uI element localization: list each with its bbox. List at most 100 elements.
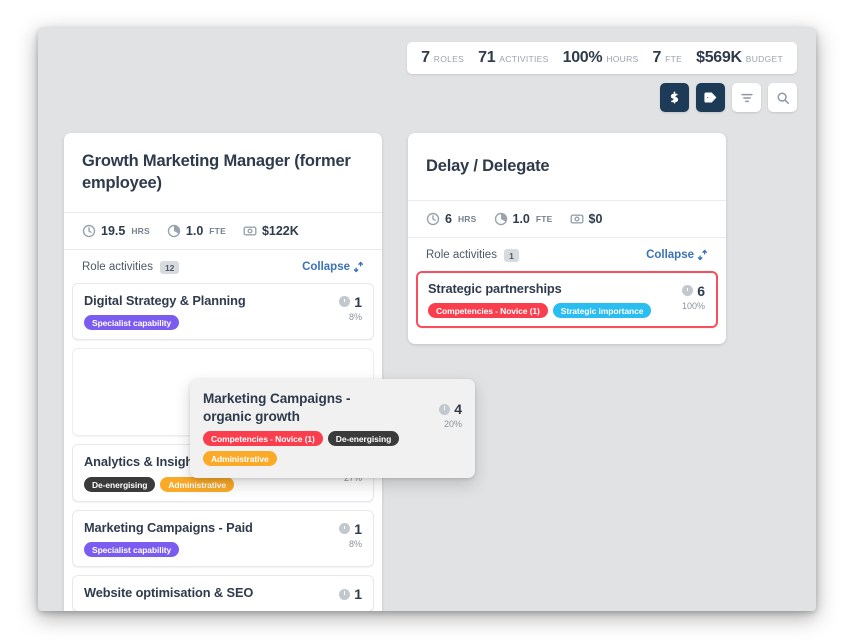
activity-list: Strategic partnerships Competencies - Nov… xyxy=(408,270,726,345)
activity-card[interactable]: Strategic partnerships Competencies - Nov… xyxy=(416,270,718,329)
stat-item: 71 ACTIVITIES xyxy=(478,49,549,67)
clock-icon xyxy=(339,588,351,600)
role-metric: 19.5 HRS xyxy=(82,224,150,238)
dragged-activity-card[interactable]: Marketing Campaigns - organic growth Comp… xyxy=(190,379,475,479)
stats-summary-bar: 7 ROLES 71 ACTIVITIES 100% HOURS 7 FTE $569K BUDG… xyxy=(407,42,797,74)
role-title: Growth Marketing Manager (former employe… xyxy=(64,133,382,213)
role-metrics: 6 HRS 1.0 FTE $0 xyxy=(408,201,726,238)
role-metric: 1.0 FTE xyxy=(167,224,226,238)
activity-percent: 8% xyxy=(348,311,362,322)
stat-value: 7 xyxy=(421,49,430,66)
activity-tag[interactable]: Specialist capability xyxy=(84,315,180,331)
activity-tag[interactable]: Strategic importance xyxy=(552,303,652,319)
activity-tag[interactable]: Competencies - Novice (1) xyxy=(203,431,323,447)
role-card: Delay / Delegate 6 HRS 1.0 FTE $0 Role activit… xyxy=(408,133,726,345)
activity-tag[interactable]: Administrative xyxy=(160,476,235,492)
filter-icon xyxy=(740,93,753,102)
stat-item: $569K BUDGET xyxy=(696,49,783,67)
stat-item: 100% HOURS xyxy=(563,49,639,67)
role-column: Delay / Delegate 6 HRS 1.0 FTE $0 Role activit… xyxy=(408,133,726,611)
role-activities-bar: Role activities 1 Collapse xyxy=(408,238,726,271)
activity-percent: 8% xyxy=(348,538,362,549)
stat-label: ACTIVITIES xyxy=(499,54,549,64)
activity-hours: 1 xyxy=(354,293,362,310)
role-metric-unit: FTE xyxy=(209,225,226,236)
stat-item: 7 FTE xyxy=(653,49,683,67)
role-metric-value: 19.5 xyxy=(101,223,126,238)
collapse-label: Collapse xyxy=(646,249,694,262)
role-metric-value: $0 xyxy=(588,211,603,226)
collapse-icon xyxy=(697,250,708,261)
activity-percent: 20% xyxy=(443,419,462,429)
role-metric: 1.0 FTE xyxy=(494,212,553,226)
role-activities-bar: Role activities 12 Collapse xyxy=(64,250,382,283)
role-metric-value: 1.0 xyxy=(185,223,204,238)
activity-tag[interactable]: Administrative xyxy=(203,451,277,467)
stat-label: ROLES xyxy=(433,54,465,64)
clock-icon xyxy=(439,403,451,415)
role-card: Growth Marketing Manager (former employe… xyxy=(64,133,382,611)
tag-button[interactable] xyxy=(696,83,725,112)
activity-metrics: 4 20% xyxy=(412,401,462,429)
app-window: 7 ROLES 71 ACTIVITIES 100% HOURS 7 FTE $569K BUDG… xyxy=(38,28,816,611)
stat-label: BUDGET xyxy=(745,54,783,64)
role-board: Growth Marketing Manager (former employe… xyxy=(38,133,816,611)
pie-icon xyxy=(167,224,181,237)
clock-icon xyxy=(339,523,351,535)
search-icon xyxy=(777,92,789,104)
dollar-icon xyxy=(670,91,679,104)
collapse-icon xyxy=(353,261,364,273)
clock-icon xyxy=(339,296,351,308)
role-activities-count: 12 xyxy=(159,260,180,274)
activity-card[interactable]: Marketing Campaigns - Paid Specialist cap… xyxy=(72,509,374,568)
role-metric-unit: HRS xyxy=(457,213,477,224)
activity-metrics: 1 8% xyxy=(312,294,362,322)
filter-button[interactable] xyxy=(732,83,761,112)
collapse-button[interactable]: Collapse xyxy=(646,249,708,261)
budget-button[interactable] xyxy=(660,83,689,112)
activity-tag[interactable]: Competencies - Novice (1) xyxy=(428,303,548,319)
role-metric: 6 HRS xyxy=(426,212,477,226)
role-activities-label: Role activities xyxy=(426,249,497,262)
activity-percent: 100% xyxy=(681,300,705,311)
clock-icon xyxy=(426,212,440,225)
collapse-label: Collapse xyxy=(302,261,350,274)
stat-value: 7 xyxy=(652,49,662,66)
activity-tag[interactable]: Specialist capability xyxy=(84,542,180,558)
tag-icon xyxy=(704,92,717,103)
stat-value: 100% xyxy=(562,49,603,66)
role-metric-value: 6 xyxy=(445,211,452,226)
role-activities-label: Role activities xyxy=(82,261,153,274)
role-metrics: 19.5 HRS 1.0 FTE $122K xyxy=(64,213,382,250)
role-activities-count: 1 xyxy=(503,248,519,262)
role-column: Growth Marketing Manager (former employe… xyxy=(64,133,382,611)
activity-card[interactable]: Website optimisation & SEO 1 xyxy=(72,575,374,611)
clock-icon xyxy=(82,224,96,237)
toolbar xyxy=(660,83,797,112)
money-icon xyxy=(570,214,584,224)
role-metric: $122K xyxy=(243,224,299,238)
stat-label: HOURS xyxy=(606,54,639,64)
activity-hours: 1 xyxy=(354,586,362,603)
activity-tag[interactable]: De-energising xyxy=(84,476,156,492)
stat-label: FTE xyxy=(665,54,683,64)
role-metric-unit: FTE xyxy=(535,213,553,224)
stat-item: 7 ROLES xyxy=(421,49,464,67)
activity-metrics: 1 8% xyxy=(312,521,362,549)
money-icon xyxy=(243,225,257,236)
activity-hours: 4 xyxy=(454,401,462,417)
activity-hours: 6 xyxy=(697,282,705,299)
stat-value: 71 xyxy=(478,49,496,66)
search-button[interactable] xyxy=(768,83,797,112)
activity-tag-row: Competencies - Novice (1) De-energising Ad… xyxy=(203,431,462,467)
activity-metrics: 6 100% xyxy=(655,283,705,311)
activity-tag[interactable]: De-energising xyxy=(327,431,400,447)
activity-card[interactable]: Digital Strategy & Planning Specialist ca… xyxy=(72,282,374,341)
pie-icon xyxy=(494,212,507,225)
collapse-button[interactable]: Collapse xyxy=(302,261,364,273)
role-metric-unit: HRS xyxy=(131,225,150,236)
role-metric-value: 1.0 xyxy=(512,211,530,226)
role-metric: $0 xyxy=(570,211,603,226)
stat-value: $569K xyxy=(696,49,742,66)
activity-hours: 1 xyxy=(354,520,362,537)
